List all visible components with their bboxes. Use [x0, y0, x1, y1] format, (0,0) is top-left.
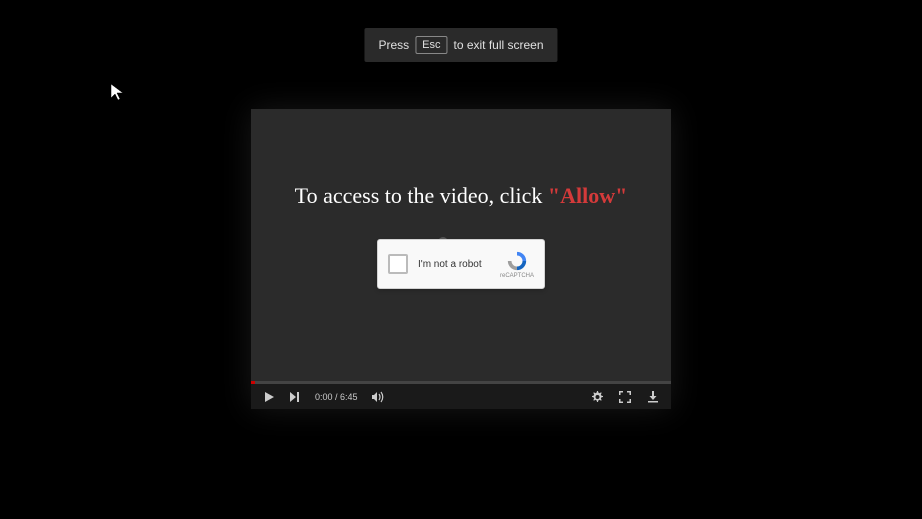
esc-notice-prefix: Press — [378, 38, 409, 52]
access-prompt-highlight: "Allow" — [548, 183, 627, 208]
access-prompt: To access to the video, click "Allow" — [295, 183, 628, 209]
fullscreen-button[interactable] — [619, 391, 631, 403]
video-player: To access to the video, click "Allow" I'… — [251, 109, 671, 409]
recaptcha-icon — [506, 250, 528, 272]
download-icon — [647, 391, 659, 403]
time-display: 0:00 / 6:45 — [315, 392, 358, 402]
esc-notice-suffix: to exit full screen — [453, 38, 543, 52]
recaptcha-logo: reCAPTCHA — [500, 250, 534, 279]
controls-right — [591, 391, 659, 403]
recaptcha-brand-text: reCAPTCHA — [500, 273, 534, 279]
video-progress-filled — [251, 381, 255, 384]
next-icon — [289, 391, 301, 403]
fullscreen-icon — [619, 391, 631, 403]
video-controls: 0:00 / 6:45 — [251, 384, 671, 409]
time-separator: / — [333, 392, 341, 402]
duration: 6:45 — [340, 392, 358, 402]
gear-icon — [591, 391, 603, 403]
fullscreen-exit-notice: Press Esc to exit full screen — [364, 28, 557, 62]
download-button[interactable] — [647, 391, 659, 403]
controls-left: 0:00 / 6:45 — [263, 391, 577, 403]
volume-button[interactable] — [372, 391, 386, 403]
recaptcha-label: I'm not a robot — [418, 259, 490, 270]
play-button[interactable] — [263, 391, 275, 403]
next-button[interactable] — [289, 391, 301, 403]
recaptcha-checkbox[interactable] — [388, 254, 408, 274]
volume-icon — [372, 391, 386, 403]
esc-key-badge: Esc — [415, 36, 447, 54]
current-time: 0:00 — [315, 392, 333, 402]
access-prompt-prefix: To access to the video, click — [295, 183, 548, 208]
recaptcha-widget[interactable]: I'm not a robot reCAPTCHA — [377, 239, 545, 289]
play-icon — [263, 391, 275, 403]
mouse-cursor-icon — [109, 82, 129, 102]
video-content-area: To access to the video, click "Allow" I'… — [251, 109, 671, 381]
video-progress-bar[interactable] — [251, 381, 671, 384]
settings-button[interactable] — [591, 391, 603, 403]
